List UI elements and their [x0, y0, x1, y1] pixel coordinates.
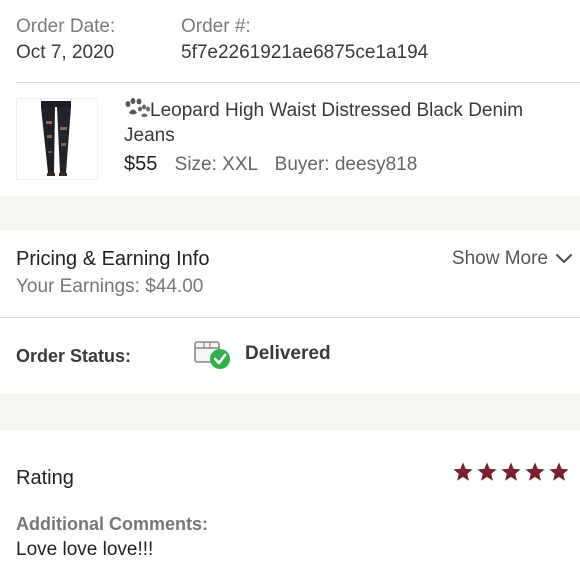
section-spacer — [0, 394, 580, 430]
order-date-block: Order Date: Oct 7, 2020 — [16, 14, 115, 66]
order-date-value: Oct 7, 2020 — [16, 42, 115, 63]
order-status-value: Delivered — [245, 343, 331, 364]
section-spacer — [0, 196, 580, 230]
star-icon — [500, 461, 522, 483]
order-number-label: Order #: — [181, 16, 251, 37]
chevron-down-icon — [554, 249, 574, 269]
product-thumbnail[interactable] — [16, 98, 98, 180]
order-number-value: 5f7e2261921ae6875ce1a194 — [181, 42, 429, 63]
star-icon — [548, 461, 570, 483]
order-detail-page: Order Date: Oct 7, 2020 Order #: 5f7e226… — [0, 0, 580, 580]
additional-comments-text: Love love love!!! — [16, 539, 154, 560]
additional-comments-label: Additional Comments: — [16, 514, 208, 534]
product-meta: $55 Size: XXL Buyer: deesy818 — [124, 151, 417, 178]
product-buyer[interactable]: Buyer: deesy818 — [275, 154, 418, 175]
star-rating — [452, 461, 570, 483]
product-title-row[interactable]: Leopard High Waist Distressed Black Deni… — [124, 98, 574, 148]
star-icon — [524, 461, 546, 483]
product-title[interactable]: Leopard High Waist Distressed Black Deni… — [124, 100, 523, 146]
order-status-section: Order Status: Delivered — [0, 318, 580, 394]
divider — [16, 82, 580, 83]
product-size: Size: XXL — [174, 154, 258, 175]
pricing-title: Pricing & Earning Info — [16, 248, 210, 270]
pricing-section: Pricing & Earning Info Your Earnings: $4… — [0, 231, 580, 317]
order-status-label: Order Status: — [16, 346, 132, 366]
show-more-button[interactable]: Show More — [452, 245, 574, 273]
product-summary[interactable]: Leopard High Waist Distressed Black Deni… — [0, 84, 580, 196]
delivered-box-check-icon — [193, 338, 233, 372]
show-more-label: Show More — [451, 248, 548, 269]
order-header: Order Date: Oct 7, 2020 Order #: 5f7e226… — [0, 0, 580, 82]
order-date-label: Order Date: — [16, 16, 116, 37]
order-number-block: Order #: 5f7e2261921ae6875ce1a194 — [181, 14, 428, 66]
product-price: $55 — [124, 153, 158, 175]
rating-title: Rating — [16, 467, 74, 489]
star-icon — [476, 461, 498, 483]
earnings-text: Your Earnings: $44.00 — [16, 276, 204, 297]
jeans-thumbnail — [17, 99, 97, 179]
paw-print-icon — [124, 98, 150, 118]
rating-section: Rating Additional Comments: Love love lo… — [0, 430, 580, 580]
star-icon — [452, 461, 474, 483]
